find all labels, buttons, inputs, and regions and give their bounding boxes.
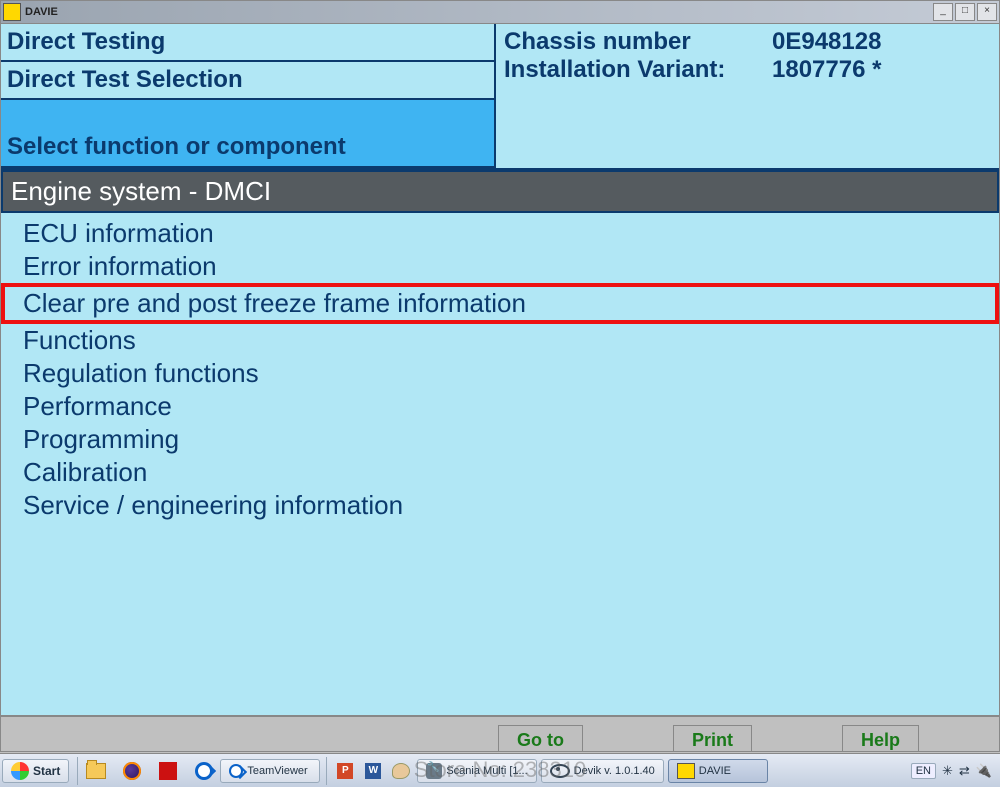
menu-item-4[interactable]: Regulation functions [1,357,999,390]
function-list: ECU informationError informationClear pr… [1,213,999,526]
window-title: DAVIE [25,6,933,18]
content-area: Engine system - DMCI ECU informationErro… [1,170,999,716]
word-icon[interactable]: W [359,758,387,784]
section-header[interactable]: Engine system - DMCI [1,170,999,213]
task-teamviewer-label: TeamViewer [247,765,307,777]
help-button[interactable]: Help [842,725,919,751]
variant-label: Installation Variant: [504,56,772,84]
start-label: Start [33,764,60,778]
task-scania-label: Scania Multi [1... [446,765,527,777]
firefox-icon[interactable] [118,758,146,784]
davie-small-icon [677,763,695,779]
task-davie-label: DAVIE [699,765,731,777]
powerpoint-icon[interactable]: P [331,758,359,784]
chassis-number-row: Chassis number 0E948128 [504,28,991,56]
explorer-icon[interactable] [82,758,110,784]
chassis-value: 0E948128 [772,28,881,56]
system-tray: EN ✳ ⇄ 🔌 [911,763,998,779]
teamviewer-icon[interactable] [190,758,218,784]
close-button[interactable]: × [977,3,997,21]
app-window: DAVIE _ □ × Direct Testing Direct Test S… [0,0,1000,752]
teamviewer-small-icon [229,764,243,778]
breadcrumb-select-function[interactable]: Select function or component [1,100,494,168]
task-teamviewer[interactable]: TeamViewer [220,759,320,783]
bottom-button-bar: Go to Print Help [1,715,999,751]
breadcrumb-direct-test-selection[interactable]: Direct Test Selection [1,62,494,100]
breadcrumb-direct-testing[interactable]: Direct Testing [1,24,494,62]
tray-connection-icon[interactable]: ⇄ [959,763,970,779]
menu-item-3[interactable]: Functions [1,324,999,357]
tray-plugin-icon[interactable]: 🔌 [976,763,992,779]
maximize-button[interactable]: □ [955,3,975,21]
quick-launch [82,758,218,784]
header-area: Direct Testing Direct Test Selection Sel… [1,24,999,170]
tray-network-icon[interactable]: ✳ [942,763,953,779]
task-davie[interactable]: DAVIE [668,759,768,783]
menu-item-7[interactable]: Calibration [1,456,999,489]
menu-item-8[interactable]: Service / engineering information [1,489,999,522]
installation-variant-row: Installation Variant: 1807776 * [504,56,991,84]
variant-value: 1807776 * [772,56,881,84]
vehicle-info-panel: Chassis number 0E948128 Installation Var… [496,24,999,168]
titlebar: DAVIE _ □ × [1,1,999,24]
menu-item-6[interactable]: Programming [1,423,999,456]
paint-icon[interactable] [387,758,415,784]
print-button[interactable]: Print [673,725,752,751]
taskbar: Start TeamViewer P W Scania Multi [1... … [0,753,1000,787]
minimize-button[interactable]: _ [933,3,953,21]
taskbar-separator [77,757,78,785]
menu-item-0[interactable]: ECU information [1,217,999,250]
task-devik[interactable]: Devik v. 1.0.1.40 [541,759,664,783]
app-red-icon[interactable] [154,758,182,784]
chassis-label: Chassis number [504,28,772,56]
devik-small-icon [550,764,570,778]
task-devik-label: Devik v. 1.0.1.40 [574,765,655,777]
start-button[interactable]: Start [2,759,69,783]
windows-icon [11,762,29,780]
task-scania-multi[interactable]: Scania Multi [1... [417,759,536,783]
menu-item-5[interactable]: Performance [1,390,999,423]
taskbar-separator-2 [326,757,327,785]
window-controls: _ □ × [933,3,997,21]
scania-small-icon [426,763,442,779]
menu-item-1[interactable]: Error information [1,250,999,283]
breadcrumb-panel: Direct Testing Direct Test Selection Sel… [1,24,496,168]
app-icon [3,3,21,21]
menu-item-2[interactable]: Clear pre and post freeze frame informat… [1,283,999,324]
goto-button[interactable]: Go to [498,725,583,751]
language-indicator[interactable]: EN [911,763,936,779]
